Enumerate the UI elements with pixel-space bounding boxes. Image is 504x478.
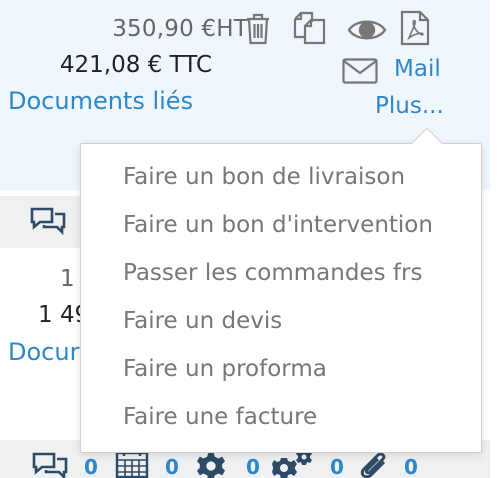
menu-item-invoice[interactable]: Faire une facture: [123, 404, 317, 430]
comments-icon[interactable]: [30, 450, 70, 478]
trash-icon[interactable]: [244, 12, 272, 46]
card-edge: [490, 0, 504, 478]
gear-icon[interactable]: [196, 452, 226, 478]
pdf-icon[interactable]: [400, 10, 430, 46]
menu-item-supplier-orders[interactable]: Passer les commandes frs: [123, 260, 422, 286]
comments-icon[interactable]: [28, 205, 68, 239]
menu-item-delivery-note[interactable]: Faire un bon de livraison: [123, 164, 405, 190]
envelope-icon[interactable]: [342, 58, 378, 84]
menu-item-intervention-note[interactable]: Faire un bon d'intervention: [123, 212, 433, 238]
more-actions-link[interactable]: Plus...: [375, 93, 444, 119]
second-documents-link[interactable]: Docur: [8, 338, 79, 366]
more-actions-dropdown: Faire un bon de livraison Faire un bon d…: [80, 143, 482, 453]
calendar-count: 0: [165, 455, 179, 478]
mail-link[interactable]: Mail: [394, 56, 441, 82]
price-ttc: 421,08 € TTC: [59, 52, 212, 78]
copy-icon[interactable]: [292, 10, 328, 46]
eye-icon[interactable]: [347, 16, 387, 44]
settings-count: 0: [246, 455, 260, 478]
menu-item-proforma[interactable]: Faire un proforma: [123, 356, 327, 382]
tasks-count: 0: [330, 455, 344, 478]
menu-item-quote[interactable]: Faire un devis: [123, 308, 282, 334]
documents-link[interactable]: Documents liés: [8, 87, 193, 115]
quote-list-view: 350,90 €HT 421,08 € TTC Documents liés M…: [0, 0, 504, 478]
comments-count: 0: [84, 455, 98, 478]
price-ht: 350,90 €HT: [112, 16, 248, 42]
attachments-count: 0: [404, 455, 418, 478]
